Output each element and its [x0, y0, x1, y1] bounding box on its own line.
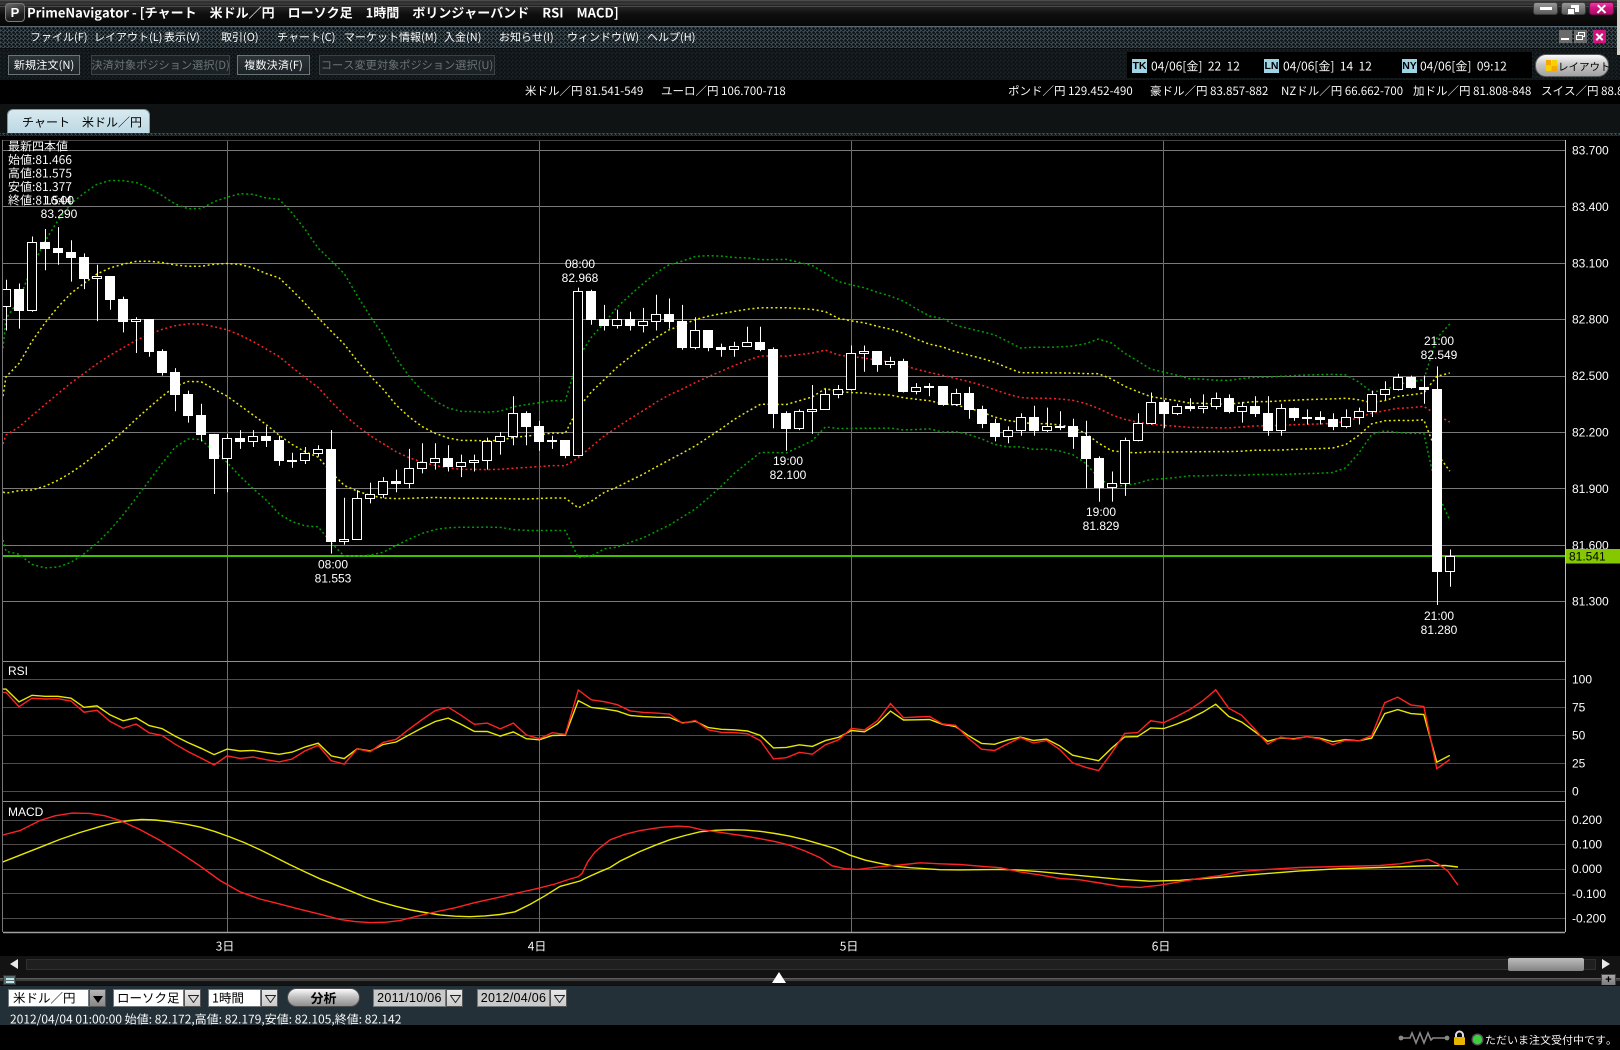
svg-text:19:00: 19:00: [1086, 505, 1116, 519]
svg-text:81.280: 81.280: [1421, 623, 1458, 637]
svg-text:16:00: 16:00: [44, 194, 74, 208]
svg-text:82.500: 82.500: [1572, 369, 1609, 383]
svg-text:21:00: 21:00: [1424, 609, 1454, 623]
svg-text:50: 50: [1572, 729, 1586, 743]
svg-text:08:00: 08:00: [318, 558, 348, 572]
svg-text:83.700: 83.700: [1572, 144, 1609, 158]
svg-text:81.829: 81.829: [1083, 519, 1120, 533]
svg-text:-0.100: -0.100: [1572, 887, 1606, 901]
svg-text:25: 25: [1572, 757, 1586, 771]
svg-text:83.100: 83.100: [1572, 256, 1609, 270]
svg-text:08:00: 08:00: [565, 257, 595, 271]
svg-text:0.000: 0.000: [1572, 862, 1602, 876]
svg-text:0: 0: [1572, 785, 1579, 799]
svg-text:83.400: 83.400: [1572, 200, 1609, 214]
svg-text:82.200: 82.200: [1572, 426, 1609, 440]
svg-text:81.900: 81.900: [1572, 482, 1609, 496]
svg-text:0.200: 0.200: [1572, 813, 1602, 827]
svg-text:21:00: 21:00: [1424, 334, 1454, 348]
svg-text:82.800: 82.800: [1572, 313, 1609, 327]
svg-text:83.290: 83.290: [41, 207, 78, 221]
svg-text:82.968: 82.968: [562, 271, 599, 285]
svg-text:19:00: 19:00: [773, 454, 803, 468]
svg-text:82.100: 82.100: [770, 468, 807, 482]
svg-text:0.100: 0.100: [1572, 838, 1602, 852]
svg-text:81.300: 81.300: [1572, 595, 1609, 609]
svg-text:82.549: 82.549: [1421, 348, 1458, 362]
svg-text:-0.200: -0.200: [1572, 911, 1606, 925]
svg-text:81.553: 81.553: [315, 572, 352, 586]
svg-text:MACD: MACD: [8, 805, 44, 819]
svg-text:75: 75: [1572, 701, 1586, 715]
svg-text:RSI: RSI: [8, 664, 28, 678]
svg-text:81.541: 81.541: [1569, 550, 1606, 564]
svg-text:100: 100: [1572, 673, 1592, 687]
